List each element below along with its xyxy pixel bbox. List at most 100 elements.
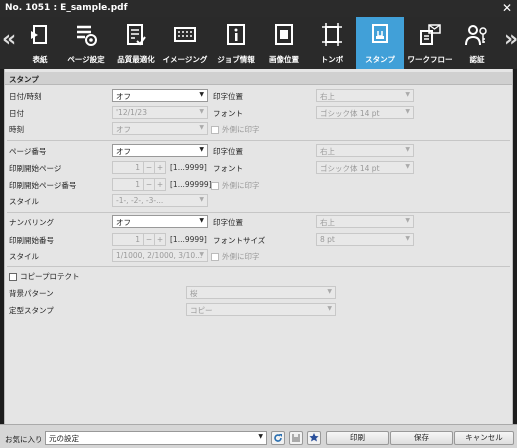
numbering-value: オフ: [116, 218, 131, 227]
minus-icon[interactable]: −: [144, 178, 155, 191]
numbering-font-size-select[interactable]: 8 pt ▼: [316, 233, 414, 246]
numbering-position-select[interactable]: 右上 ▼: [316, 215, 414, 228]
tab-trim-marks[interactable]: トンボ: [310, 17, 354, 69]
checkbox-label: 外側に印字: [222, 125, 260, 134]
save-favorite-button[interactable]: [289, 431, 303, 445]
tab-stamp[interactable]: スタンプ: [356, 17, 404, 69]
page-number-outside-checkbox[interactable]: 外側に印字: [211, 180, 260, 191]
floppy-disk-icon: [292, 434, 300, 442]
scroll-left-icon[interactable]: «: [2, 27, 16, 52]
page-number-select[interactable]: オフ ▼: [112, 144, 208, 157]
scroll-right-icon[interactable]: »: [504, 27, 517, 52]
checkbox-box: [211, 252, 219, 261]
chevron-down-icon: ▼: [199, 108, 204, 115]
page-number-label: ページ番号: [9, 147, 47, 156]
star-icon: [309, 433, 319, 442]
page-number-font-select[interactable]: ゴシック体 14 pt ▼: [316, 161, 414, 174]
checkbox-box: [211, 181, 219, 190]
time-label: 時刻: [9, 125, 24, 134]
chevron-down-icon: ▼: [405, 217, 410, 224]
page-number-style-select[interactable]: -1-, -2-, -3-... ▼: [112, 194, 208, 207]
refresh-icon: [274, 434, 282, 442]
numbering-outside-checkbox[interactable]: 外側に印字: [211, 251, 260, 262]
minus-icon[interactable]: −: [144, 161, 155, 174]
imaging-icon: [160, 22, 210, 48]
fixed-stamp-label: 定型スタンプ: [9, 306, 54, 315]
tab-page-settings[interactable]: ページ設定: [62, 17, 110, 69]
chevron-down-icon: ▼: [258, 433, 263, 440]
divider: [7, 140, 510, 141]
datetime-position-label: 印字位置: [213, 92, 243, 101]
start-page-stepper[interactable]: 1 − +: [112, 161, 166, 174]
tab-label: ジョブ情報: [217, 55, 255, 64]
save-button[interactable]: 保存: [390, 431, 453, 445]
page-number-position-value: 右上: [320, 147, 335, 156]
cancel-button[interactable]: キャンセル: [454, 431, 514, 445]
chevron-down-icon: ▼: [199, 251, 204, 258]
checkbox-box: [9, 272, 17, 281]
datetime-outside-checkbox[interactable]: 外側に印字: [211, 124, 260, 135]
date-value: '12/1/23: [116, 108, 147, 117]
plus-icon[interactable]: +: [155, 161, 166, 174]
fixed-stamp-value: コピー: [190, 306, 213, 315]
tab-imaging[interactable]: イメージング: [160, 17, 210, 69]
add-favorite-button[interactable]: [307, 431, 321, 445]
tab-job-info[interactable]: ジョブ情報: [212, 17, 260, 69]
cover-icon: [22, 22, 58, 48]
workflow-icon: [406, 22, 454, 48]
favorites-label: お気に入り: [5, 435, 43, 444]
chevron-down-icon: ▼: [405, 163, 410, 170]
time-select[interactable]: オフ ▼: [112, 122, 208, 135]
background-pattern-select[interactable]: 桜 ▼: [186, 286, 336, 299]
tab-cover[interactable]: 表紙: [22, 17, 58, 69]
chevron-down-icon: ▼: [405, 91, 410, 98]
datetime-font-select[interactable]: ゴシック体 14 pt ▼: [316, 106, 414, 119]
start-page-value[interactable]: 1: [112, 161, 144, 174]
tab-label: イメージング: [162, 55, 208, 64]
favorites-select[interactable]: 元の設定 ▼: [45, 431, 267, 445]
page-number-value: オフ: [116, 147, 131, 156]
numbering-style-label: スタイル: [9, 252, 39, 261]
chevron-down-icon: ▼: [405, 235, 410, 242]
start-number-stepper[interactable]: 1 − +: [112, 178, 166, 191]
datetime-label: 日付/時刻: [9, 92, 42, 101]
close-icon[interactable]: ✕: [502, 1, 512, 15]
print-button[interactable]: 印刷: [326, 431, 389, 445]
numbering-start-value[interactable]: 1: [112, 233, 144, 246]
tab-image-position[interactable]: 画像位置: [262, 17, 306, 69]
page-number-position-select[interactable]: 右上 ▼: [316, 144, 414, 157]
fixed-stamp-select[interactable]: コピー ▼: [186, 303, 336, 316]
tab-label: 認証: [469, 55, 485, 64]
date-select[interactable]: '12/1/23 ▼: [112, 106, 208, 119]
tab-label: 画像位置: [269, 55, 299, 64]
plus-icon[interactable]: +: [155, 178, 166, 191]
numbering-start-stepper[interactable]: 1 − +: [112, 233, 166, 246]
page-number-font-label: フォント: [213, 164, 243, 173]
chevron-down-icon: ▼: [327, 288, 332, 295]
tab-workflow[interactable]: ワークフロー: [406, 17, 454, 69]
tab-quality[interactable]: 品質最適化: [114, 17, 158, 69]
datetime-value: オフ: [116, 92, 131, 101]
minus-icon[interactable]: −: [144, 233, 155, 246]
tab-label: スタンプ: [365, 55, 395, 64]
datetime-position-select[interactable]: 右上 ▼: [316, 89, 414, 102]
tab-label: ワークフロー: [407, 55, 453, 64]
job-info-icon: [212, 22, 260, 48]
page-number-style-label: スタイル: [9, 197, 39, 206]
numbering-select[interactable]: オフ ▼: [112, 215, 208, 228]
date-label: 日付: [9, 109, 24, 118]
image-position-icon: [262, 22, 306, 48]
refresh-button[interactable]: [271, 431, 285, 445]
start-number-value[interactable]: 1: [112, 178, 144, 191]
numbering-start-range: [1...9999]: [170, 235, 207, 244]
numbering-style-select[interactable]: 1/1000, 2/1000, 3/10... ▼: [112, 249, 208, 262]
plus-icon[interactable]: +: [155, 233, 166, 246]
numbering-label: ナンバリング: [9, 218, 54, 227]
datetime-select[interactable]: オフ ▼: [112, 89, 208, 102]
tab-auth[interactable]: 認証: [456, 17, 498, 69]
settings-toolbar: « 表紙 ページ設定 品質最適化 イメージング ジョブ情報 画像位置 トンボ ス…: [0, 17, 517, 69]
copy-protect-checkbox[interactable]: コピープロテクト: [9, 271, 80, 282]
chevron-down-icon: ▼: [199, 146, 204, 153]
section-title: スタンプ: [5, 72, 512, 85]
start-number-range: [1...99999]: [170, 180, 212, 189]
